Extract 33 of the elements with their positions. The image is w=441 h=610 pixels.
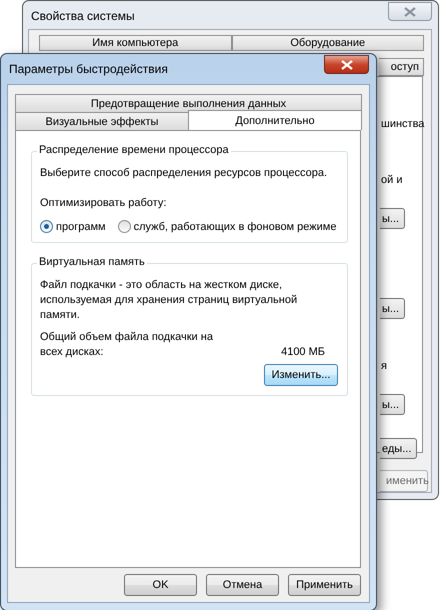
change-button[interactable]: Изменить...: [264, 364, 338, 386]
label: я: [381, 360, 387, 372]
description-text: Выберите способ распределения ресурсов процессора.: [40, 166, 328, 181]
description-text: Файл подкачки - это область на жестком диске, используемая для хранения страниц виртуальной памяти.: [40, 278, 298, 323]
tab[interactable]: Имя компьютера: [39, 35, 232, 51]
tab[interactable]: Дополнительно: [188, 110, 362, 130]
window-title: Параметры быстродействия: [9, 62, 168, 76]
tab[interactable]: Визуальные эффекты: [15, 112, 189, 130]
radio-button[interactable]: [40, 220, 53, 233]
radio-option[interactable]: служб, работающих в фоновом режиме: [118, 220, 336, 233]
total-label: Общий объем файла подкачки на всех дисках:: [40, 330, 214, 360]
tab[interactable]: Оборудование: [232, 35, 424, 51]
close-icon: [340, 60, 352, 70]
button[interactable]: ы...: [380, 394, 406, 415]
window-title: Свойства системы: [31, 9, 135, 23]
close-icon: [404, 6, 416, 16]
label: шинства: [381, 118, 424, 130]
group-title: Виртуальная память: [37, 256, 147, 268]
button[interactable]: еды...: [380, 438, 418, 459]
close-button[interactable]: [324, 55, 369, 74]
dialog-button[interactable]: Отмена: [206, 574, 279, 596]
tab[interactable]: оступ: [379, 58, 424, 76]
total-value: 4100 МБ: [281, 345, 325, 360]
dialog-button[interactable]: OK: [124, 574, 197, 596]
label: ой и: [381, 174, 402, 186]
radio-option[interactable]: программ: [40, 220, 106, 233]
group-title: Распределение времени процессора: [37, 144, 231, 156]
button[interactable]: ы...: [380, 298, 406, 319]
optimize-label: Оптимизировать работу:: [40, 196, 168, 211]
button[interactable]: ы...: [380, 208, 406, 229]
radio-button[interactable]: [118, 220, 131, 233]
tab[interactable]: Предотвращение выполнения данных: [15, 94, 362, 112]
dialog-button[interactable]: Применить: [288, 574, 361, 596]
